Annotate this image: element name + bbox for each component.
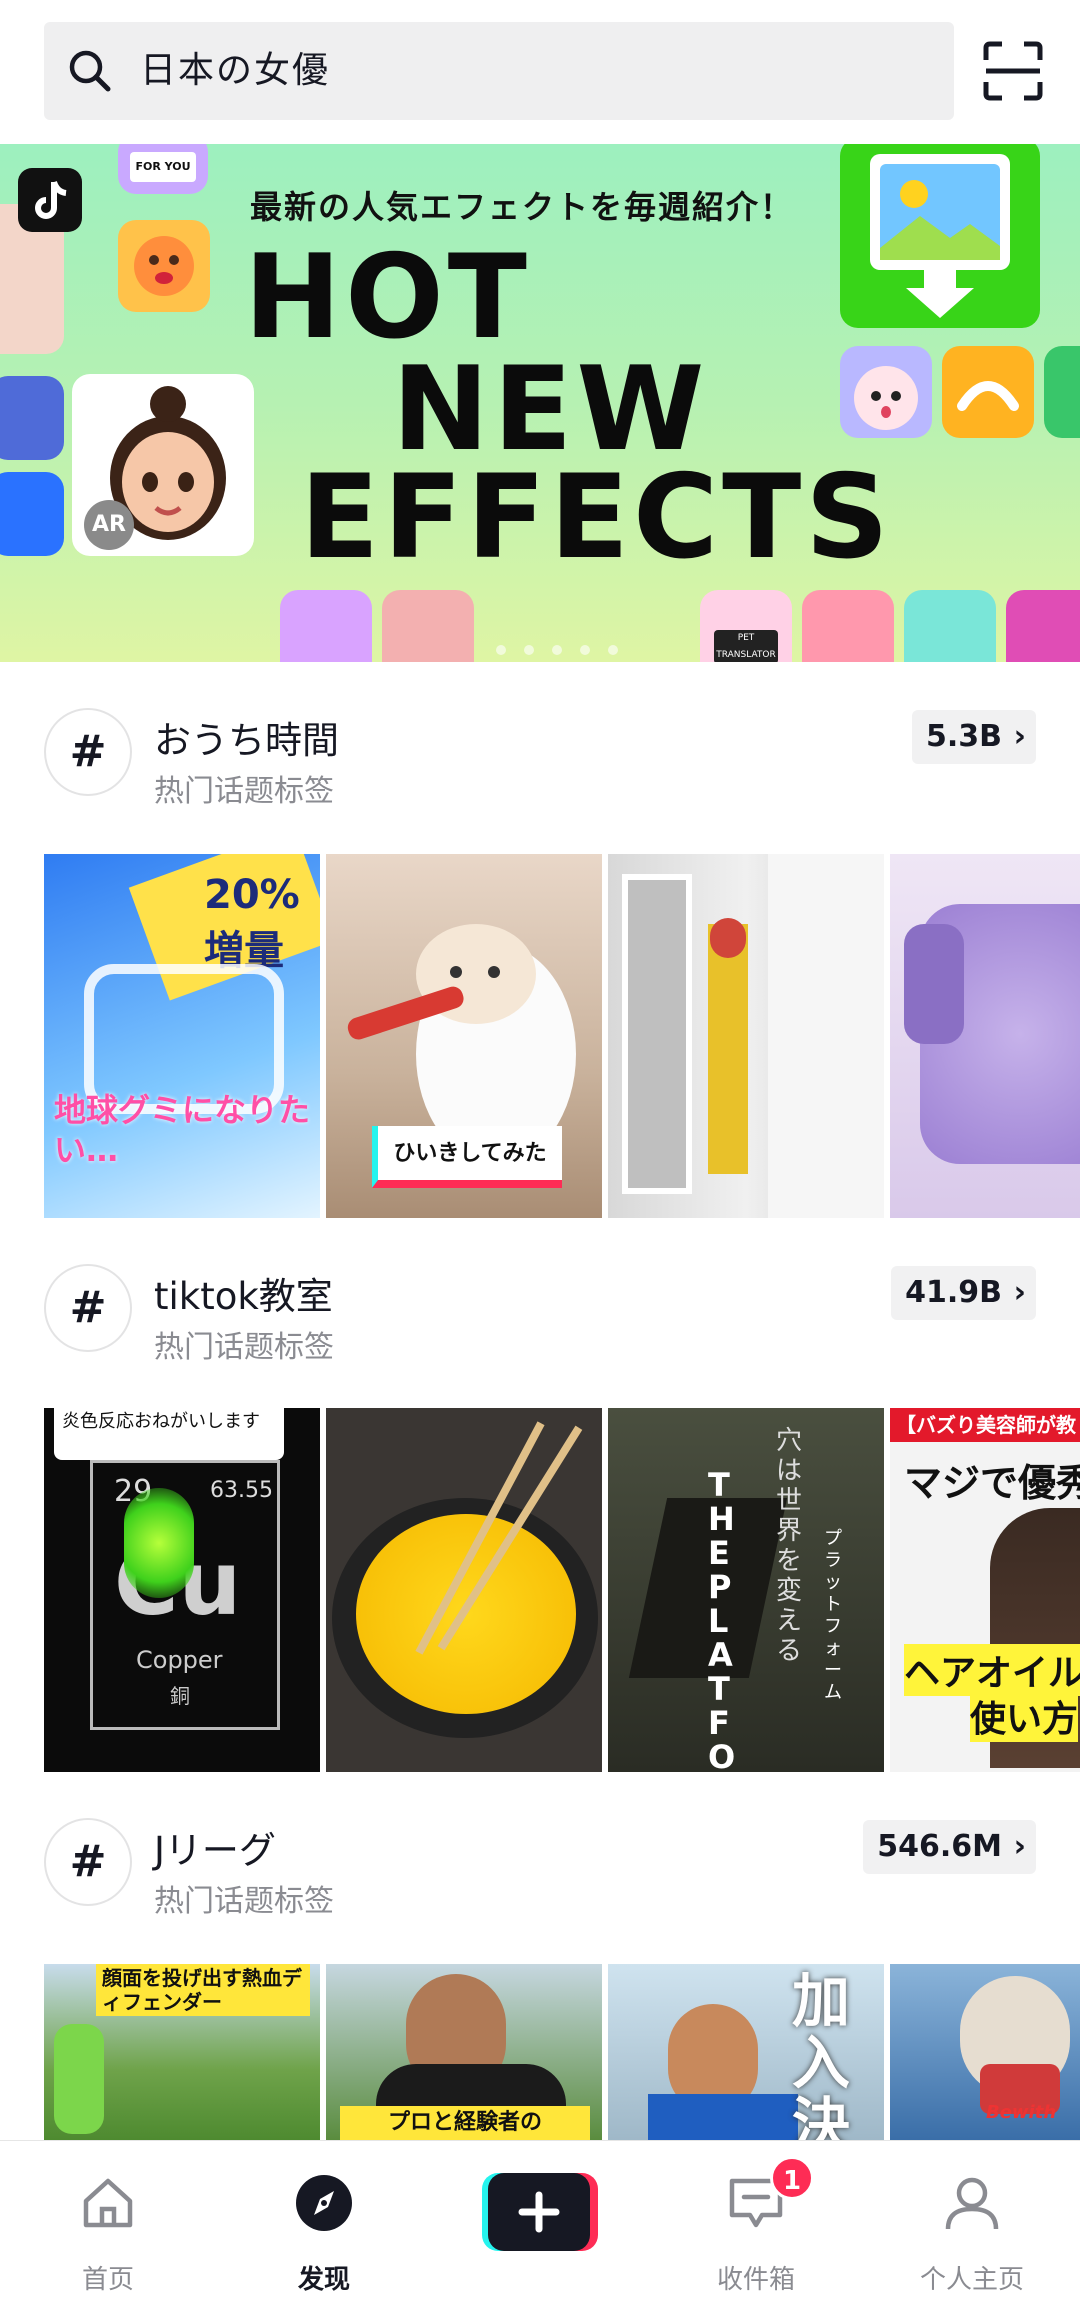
hashtag-subtitle: 热门话题标签 [154,1884,334,1919]
search-bar[interactable]: 日本の女優 [44,22,954,120]
tiktok-logo [18,168,82,232]
phone-effect-tile [0,376,64,460]
view-count: 5.3B [925,719,1002,754]
pink-face-effect-tile [280,590,372,662]
tab-inbox[interactable]: 收件箱 [676,2141,836,2304]
monster-effect-tile [1006,590,1080,662]
twins-effect-tile [382,590,474,662]
profile-icon [945,2177,999,2230]
video-thumbnail[interactable]: 顔面を投げ出す熱血ディフェンダー [44,1964,320,2140]
video-thumbnails: 顔面を投げ出す熱血ディフェンダー プロと経験者の 加入決 Bewith [44,1964,1080,2140]
hashtag-icon: # [44,1264,132,1352]
hashtag-icon: # [44,708,132,796]
ghost-effect-tile [904,590,996,662]
hashtag-subtitle: 热门话题标签 [154,1330,334,1365]
video-thumbnail[interactable]: ひいきしてみた [326,854,602,1218]
view-count-button[interactable]: 546.6M › [863,1820,1036,1874]
banner-title-effects: EFFECTS [300,450,893,585]
tab-label: 首页 [81,2265,134,2295]
view-count-button[interactable]: 41.9B › [891,1266,1036,1320]
view-count: 546.6M [877,1829,1002,1864]
tab-label: 发现 [297,2265,350,2295]
video-thumbnail[interactable]: 加入決 [608,1964,884,2140]
hashtag-title[interactable]: tiktok教室 [154,1266,333,1320]
home-icon [83,2178,133,2228]
banner-pagination [496,640,636,659]
video-thumbnail[interactable] [326,1408,602,1772]
ar-badge: AR [84,500,134,550]
view-count: 41.9B [905,1275,1002,1310]
compass-icon [296,2175,352,2231]
emoji-effect-tile [118,220,210,312]
orange-effect-tile [942,346,1034,438]
pink-smile-effect-tile [802,590,894,662]
chevron-right-icon: › [1013,719,1026,754]
hashtag-section: # Jリーグ 热门话题标签 546.6M › 顔面を投げ出す熱血ディフェンダー … [0,1772,1080,2140]
scan-icon[interactable] [982,40,1044,102]
tab-discover[interactable]: 发现 [244,2141,404,2304]
pet-translator-tile: PET TRANSLATOR [700,590,792,662]
hashtag-title[interactable]: おうち時間 [154,710,339,764]
hashtag-subtitle: 热门话题标签 [154,774,334,809]
video-thumbnail[interactable]: プロと経験者の [326,1964,602,2140]
search-icon [69,50,111,92]
video-thumbnail[interactable]: 穴は世界を変える THE PLATFORM プラットフォーム [608,1408,884,1772]
ar-avatar-tile: AR [72,374,254,556]
hashtag-icon: # [44,1818,132,1906]
video-thumbnail[interactable]: 炎色反応おねがいします 29 63.55 Cu Copper 銅 [44,1408,320,1772]
hashtag-section: # おうち時間 热门话题标签 5.3B › 20%増量 地球グミになりたい… ひ… [0,662,1080,1222]
view-count-button[interactable]: 5.3B › [911,710,1036,764]
video-thumbnail[interactable]: Bewith [890,1964,1080,2140]
hashtag-section: # tiktok教室 热门话题标签 41.9B › 炎色反応おねがいします 29… [0,1218,1080,1778]
search-input[interactable]: 日本の女優 [140,22,330,120]
video-thumbnails: 20%増量 地球グミになりたい… ひいきしてみた [44,854,1080,1218]
video-thumbnails: 炎色反応おねがいします 29 63.55 Cu Copper 銅 穴は世界を変え… [44,1408,1080,1772]
inbox-notification-badge: 1 [770,2156,814,2200]
banner-subtitle: 最新の人気エフェクトを毎週紹介！ [250,188,795,226]
video-thumbnail[interactable]: 【バズり美容師が教 マジで優秀 ヘアオイル 使い方 [890,1408,1080,1772]
gallery-effect-tile [1044,346,1080,438]
image-download-icon [840,144,1040,328]
video-thumbnail[interactable] [608,854,884,1218]
hand-effect-tile [0,472,64,556]
effects-banner[interactable]: FOR YOU AR 最新の人気エフェクトを毎週紹介！ HOT NEW EFFE… [0,144,1080,662]
baby-face-effect-tile [840,346,932,438]
search-header: 日本の女優 [0,0,1080,144]
tab-profile[interactable]: 个人主页 [892,2141,1052,2304]
for-you-effect-tile: FOR YOU [118,144,208,194]
tab-label: 收件箱 [716,2265,795,2295]
chevron-right-icon: › [1013,1829,1026,1864]
video-thumbnail[interactable] [890,854,1080,1218]
video-thumbnail[interactable]: 20%増量 地球グミになりたい… [44,854,320,1218]
bottom-tab-bar: 首页 发现 收件箱 个人主页 [0,2140,1080,2304]
create-button[interactable] [482,2173,598,2251]
tab-label: 个人主页 [919,2265,1024,2295]
hashtag-title[interactable]: Jリーグ [154,1820,276,1874]
chevron-right-icon: › [1013,1275,1026,1310]
tab-home[interactable]: 首页 [28,2141,188,2304]
